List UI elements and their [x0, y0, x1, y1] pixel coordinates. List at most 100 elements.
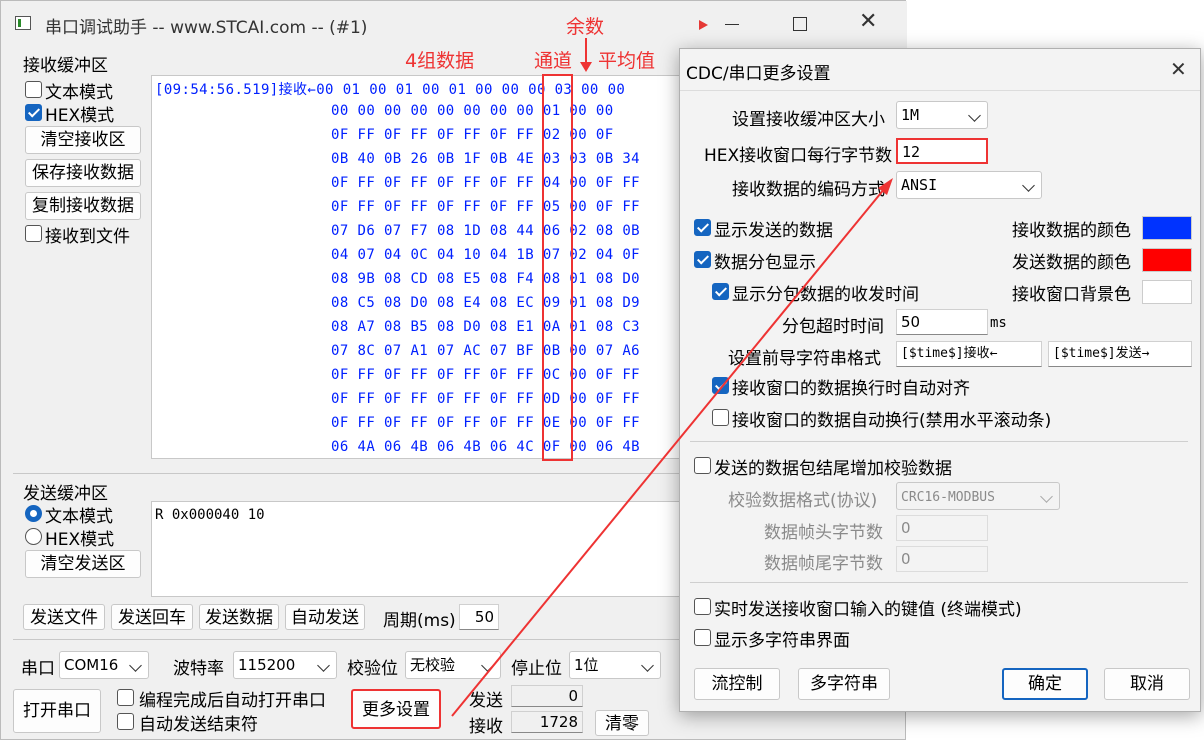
send-hex-mode-radio[interactable]	[25, 528, 42, 545]
parity-value: 无校验	[410, 656, 456, 674]
baud-value: 115200	[238, 656, 296, 674]
auto-send-button[interactable]: 自动发送	[285, 604, 365, 630]
hex-row: 06 4A 06 4B 06 4B 06 4C 0F 00 06 4B	[331, 439, 641, 455]
header-bytes-label: 数据帧头字节数	[764, 523, 883, 543]
show-packet-time-label: 显示分包数据的收发时间	[732, 285, 919, 305]
encoding-label: 接收数据的编码方式	[732, 180, 885, 200]
open-port-button[interactable]: 打开串口	[13, 689, 101, 733]
more-settings-button[interactable]: 更多设置	[351, 689, 441, 729]
text-mode-label: 文本模式	[45, 83, 113, 103]
recv-color-label: 接收数据的颜色	[1012, 221, 1131, 241]
hex-row: 07 8C 07 A1 07 AC 07 BF 0B 00 07 A6	[331, 343, 641, 359]
hex-mode-label: HEX模式	[45, 106, 115, 126]
send-file-button[interactable]: 发送文件	[23, 604, 105, 630]
sent-count-label: 发送	[469, 691, 503, 711]
receive-to-file-checkbox[interactable]	[25, 225, 42, 242]
hex-row: 07 D6 07 F7 08 1D 08 44 06 02 08 0B	[331, 223, 641, 239]
port-label: 串口	[21, 659, 55, 679]
clear-receive-button[interactable]: 清空接收区	[25, 126, 141, 154]
send-hex-mode-label: HEX模式	[45, 530, 115, 550]
auto-align-checkbox[interactable]	[712, 377, 729, 394]
period-input[interactable]: 50	[459, 604, 499, 630]
baud-select[interactable]: 115200	[233, 651, 337, 679]
auto-end-label: 自动发送结束符	[139, 715, 258, 735]
send-return-button[interactable]: 发送回车	[111, 604, 193, 630]
parity-select[interactable]: 无校验	[405, 651, 501, 679]
bg-color-swatch[interactable]	[1142, 280, 1192, 304]
save-receive-button[interactable]: 保存接收数据	[25, 159, 141, 187]
text-mode-checkbox[interactable]	[25, 81, 42, 98]
bottom-divider	[13, 639, 693, 640]
group-divider	[13, 473, 693, 474]
auto-align-label: 接收窗口的数据换行时自动对齐	[732, 379, 970, 399]
hex-row: 0F FF 0F FF 0F FF 0F FF 04 00 0F FF	[331, 175, 641, 191]
hex-bytes-input[interactable]: 12	[896, 138, 988, 164]
timeout-input[interactable]: 50	[896, 309, 988, 335]
encoding-select[interactable]: ANSI	[896, 171, 1042, 199]
flow-control-button[interactable]: 流控制	[694, 668, 780, 700]
multi-string-ui-label: 显示多字符串界面	[714, 631, 850, 651]
show-sent-checkbox[interactable]	[694, 219, 711, 236]
buffer-size-select[interactable]: 1M	[896, 101, 988, 129]
send-content: R 0x000040 10	[155, 507, 265, 523]
send-group-label: 发送缓冲区	[23, 484, 108, 504]
dialog-title-divider	[680, 90, 1200, 91]
minimize-icon[interactable]	[725, 24, 739, 25]
cancel-button[interactable]: 取消	[1104, 668, 1190, 700]
port-select[interactable]: COM16	[59, 651, 149, 679]
baud-label: 波特率	[173, 659, 224, 679]
send-text-mode-radio[interactable]	[25, 505, 42, 522]
dialog-close-icon[interactable]: ✕	[1170, 57, 1187, 81]
hex-row: 0B 40 0B 26 0B 1F 0B 4E 03 03 0B 34	[331, 151, 641, 167]
send-color-label: 发送数据的颜色	[1012, 253, 1131, 273]
hex-row: 08 A7 08 B5 08 D0 08 E1 0A 01 08 C3	[331, 319, 641, 335]
stop-select[interactable]: 1位	[569, 651, 661, 679]
close-icon[interactable]: ✕	[859, 9, 877, 34]
show-packet-time-checkbox[interactable]	[712, 283, 729, 300]
received-count-label: 接收	[469, 717, 503, 737]
copy-receive-button[interactable]: 复制接收数据	[25, 192, 141, 220]
dialog-divider-2	[690, 582, 1188, 583]
timeout-label: 分包超时时间	[782, 317, 884, 337]
tail-bytes-label: 数据帧尾字节数	[764, 554, 883, 574]
auto-open-label: 编程完成后自动打开串口	[139, 691, 326, 711]
clear-counts-button[interactable]: 清零	[595, 710, 649, 736]
auto-open-checkbox[interactable]	[117, 689, 134, 706]
hex-bytes-label: HEX接收窗口每行字节数	[704, 146, 893, 166]
period-label: 周期(ms)	[383, 611, 456, 631]
hex-row: 0F FF 0F FF 0F FF 0F FF 0D 00 0F FF	[331, 391, 641, 407]
four-groups-annotation: 4组数据	[405, 50, 475, 72]
realtime-send-label: 实时发送接收窗口输入的键值 (终端模式)	[714, 600, 1022, 620]
hex-mode-checkbox[interactable]	[25, 104, 42, 121]
packet-display-checkbox[interactable]	[694, 251, 711, 268]
send-data-button[interactable]: 发送数据	[199, 604, 279, 630]
hex-row: 0F FF 0F FF 0F FF 0F FF 05 00 0F FF	[331, 199, 641, 215]
auto-end-checkbox[interactable]	[117, 713, 134, 730]
hex-row: 08 9B 08 CD 08 E5 08 F4 08 01 08 D0	[331, 271, 641, 287]
more-settings-dialog: CDC/串口更多设置 ✕ 设置接收缓冲区大小 1M HEX接收窗口每行字节数 1…	[679, 48, 1201, 712]
hex-row: 0F FF 0F FF 0F FF 0F FF 0E 00 0F FF	[331, 415, 641, 431]
maximize-icon[interactable]	[793, 17, 807, 31]
auto-wrap-checkbox[interactable]	[712, 409, 729, 426]
header-bytes-input: 0	[896, 515, 988, 541]
clear-send-button[interactable]: 清空发送区	[25, 550, 141, 578]
ok-button[interactable]: 确定	[1002, 668, 1088, 700]
hex-row: 0F FF 0F FF 0F FF 0F FF 0C 00 0F FF	[331, 367, 641, 383]
recv-color-swatch[interactable]	[1142, 216, 1192, 240]
channel-highlight-box	[542, 74, 573, 461]
channel-annotation: 通道	[534, 50, 573, 72]
checksum-format-select: CRC16-MODBUS	[896, 482, 1060, 510]
app-icon	[15, 16, 31, 30]
realtime-send-checkbox[interactable]	[694, 598, 711, 615]
prefix-recv-input[interactable]: [$time$]接收←	[896, 341, 1042, 367]
multi-string-ui-checkbox[interactable]	[694, 629, 711, 646]
average-annotation: 平均值	[598, 50, 656, 72]
checksum-checkbox[interactable]	[694, 457, 711, 474]
show-sent-label: 显示发送的数据	[714, 221, 833, 241]
parity-label: 校验位	[347, 659, 398, 679]
stop-value: 1位	[574, 656, 599, 674]
send-color-swatch[interactable]	[1142, 248, 1192, 272]
prefix-send-input[interactable]: [$time$]发送→	[1048, 341, 1192, 367]
play-icon[interactable]	[699, 20, 708, 30]
multi-string-button[interactable]: 多字符串	[798, 668, 890, 700]
